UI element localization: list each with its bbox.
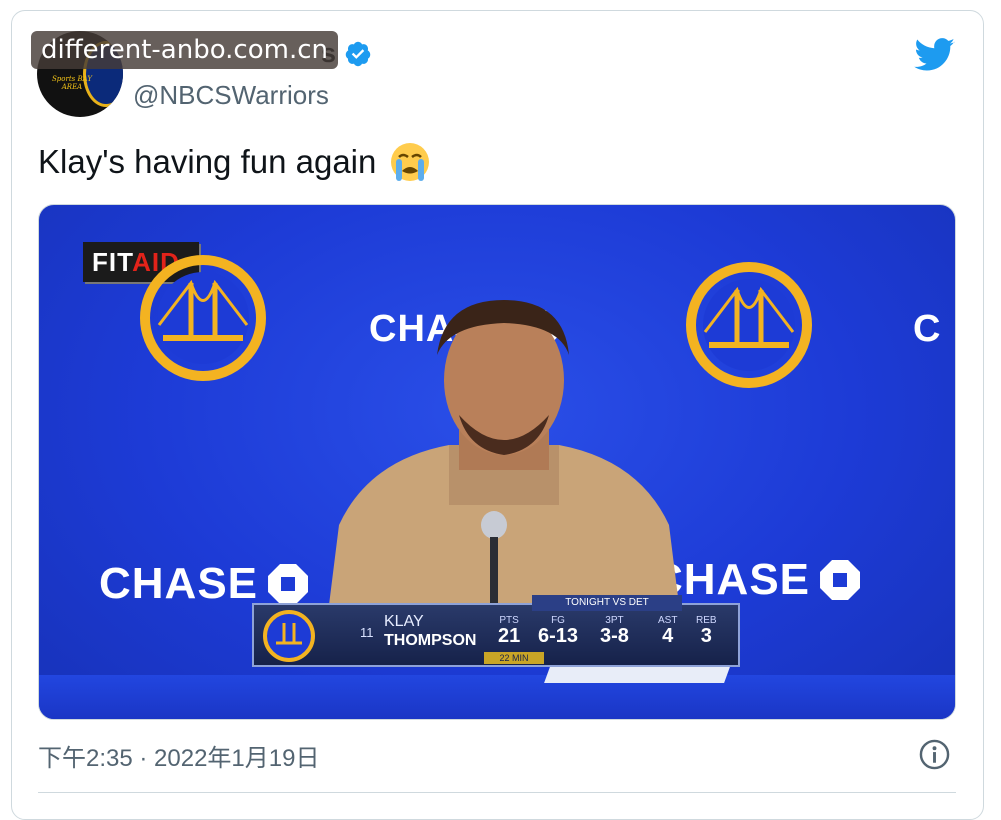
stat-value: 4 [662, 625, 674, 647]
scorebug-header: TONIGHT VS DET [532, 595, 682, 611]
scorebug: 11 KLAY THOMPSON TONIGHT VS DET PTS 21 F… [252, 595, 740, 667]
stat-value: 3-8 [600, 625, 629, 647]
tweet-text-content: Klay's having fun again [38, 143, 377, 180]
table-surface [39, 675, 955, 719]
stat-pts: PTS 21 [498, 615, 520, 648]
player-last-name: THOMPSON [384, 632, 477, 649]
warriors-scorebug-logo [263, 610, 315, 662]
video-player[interactable]: FITAID CHASE CHASE CHASE C 11 KLAY THOMP… [38, 204, 956, 720]
author-handle[interactable]: @NBCSWarriors [133, 80, 329, 111]
stat-3pt: 3PT 3-8 [600, 615, 629, 648]
watermark: different-anbo.com.cn [31, 31, 339, 69]
stat-value: 3 [700, 625, 712, 647]
minutes-badge: 22 MIN [484, 652, 544, 664]
verified-badge-icon [345, 41, 371, 66]
paper-sheet [544, 667, 730, 683]
player-first-name: KLAY [384, 613, 424, 630]
tweet-timestamp[interactable]: 下午2:35 · 2022年1月19日 [38, 738, 319, 773]
stat-ast: AST 4 [658, 615, 677, 648]
player-number: 11 [360, 625, 374, 640]
loudly-crying-face-icon [391, 143, 430, 181]
stat-fg: FG 6-13 [538, 615, 578, 648]
stat-reb: REB 3 [696, 615, 717, 648]
avatar-text: Sports BAY AREA [51, 75, 92, 91]
stat-value: 21 [498, 625, 521, 647]
tweet-text: Klay's having fun again [38, 140, 432, 184]
info-icon[interactable] [919, 739, 950, 770]
twitter-bird-icon[interactable] [914, 38, 956, 72]
footer-divider [38, 792, 956, 793]
stat-value: 6-13 [538, 625, 579, 647]
